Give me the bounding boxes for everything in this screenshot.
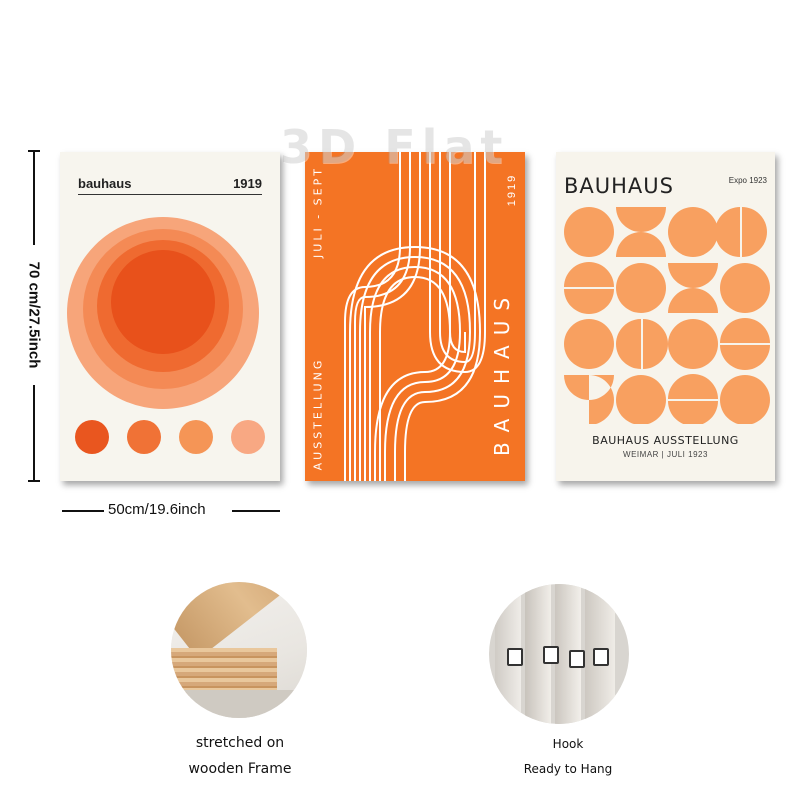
poster2-year: 1919 xyxy=(506,173,518,207)
shape-r1c1 xyxy=(564,207,614,257)
poster3-title: BAUHAUS xyxy=(564,174,675,198)
poster-bauhaus-lines: JULI - SEPT 1919 AUSSTELLUNG BAUHAUS xyxy=(305,152,525,481)
shape-r1c2 xyxy=(616,207,666,257)
height-dimension: 70 cm/27.5inch xyxy=(14,150,54,482)
dot-2 xyxy=(127,420,161,454)
poster2-big-text: BAUHAUS xyxy=(490,287,514,457)
hook-icon-1 xyxy=(507,648,523,666)
shape-r2c4 xyxy=(720,263,770,313)
wood-shadow xyxy=(171,690,307,718)
detail1-caption: stretched on wooden Frame xyxy=(160,730,320,782)
height-line-bottom xyxy=(33,385,35,482)
width-dimension: 50cm/19.6inch xyxy=(62,500,280,522)
concentric-circles xyxy=(67,217,259,409)
height-line-top xyxy=(33,150,35,245)
geometric-shapes xyxy=(564,207,770,424)
shape-r4c3 xyxy=(668,374,718,424)
detail2-caption: Hook Ready to Hang xyxy=(488,732,648,782)
detail2-line1: Hook xyxy=(552,737,584,751)
dot-1 xyxy=(75,420,109,454)
poster3-expo: Expo 1923 xyxy=(728,176,767,185)
shape-r2c3 xyxy=(668,263,718,313)
shape-r4c1 xyxy=(564,375,614,424)
wood-corner xyxy=(171,648,277,696)
shape-r3c3 xyxy=(668,319,718,369)
height-tick-top xyxy=(28,150,40,152)
poster-bauhaus-circles: bauhaus 1919 xyxy=(60,152,280,481)
shape-r1c4 xyxy=(715,207,767,257)
height-tick-bottom xyxy=(28,480,40,482)
shape-r3c4 xyxy=(720,318,770,370)
poster1-brand: bauhaus xyxy=(78,176,132,191)
width-line-right xyxy=(232,510,280,512)
poster1-year: 1919 xyxy=(233,176,262,191)
detail2-line2: Ready to Hang xyxy=(523,762,613,776)
poster2-top-text: JULI - SEPT xyxy=(311,166,325,258)
hook-icon-2 xyxy=(543,646,559,664)
circle-ring-4 xyxy=(111,250,215,354)
poster1-rule xyxy=(78,194,262,195)
shape-r4c4 xyxy=(720,375,770,424)
detail1-line1: stretched on xyxy=(195,735,285,751)
color-dots xyxy=(75,420,265,454)
shape-r3c2 xyxy=(616,319,668,369)
hook-icon-3 xyxy=(569,650,585,668)
poster2-left-text: AUSSTELLUNG xyxy=(311,357,325,471)
detail-wooden-frame xyxy=(171,582,307,718)
dot-3 xyxy=(179,420,213,454)
shape-r2c1 xyxy=(564,262,614,314)
shape-r4c2 xyxy=(616,375,666,424)
width-label: 50cm/19.6inch xyxy=(108,501,206,518)
shape-r3c1 xyxy=(564,319,614,369)
height-label: 70 cm/27.5inch xyxy=(25,261,43,369)
poster3-details: WEIMAR | JULI 1923 xyxy=(623,450,708,459)
poster-bauhaus-shapes: BAUHAUS Expo 1923 BAUHAUS AUSSTELLUNG WE… xyxy=(556,152,775,481)
detail1-line2: wooden Frame xyxy=(188,761,292,777)
hook-icon-4 xyxy=(593,648,609,666)
detail-hooks xyxy=(489,584,629,724)
poster3-subtitle: BAUHAUS AUSSTELLUNG xyxy=(592,434,739,447)
shape-r2c2 xyxy=(616,263,666,313)
shape-r1c3 xyxy=(668,207,718,257)
width-line-left xyxy=(62,510,104,512)
dot-4 xyxy=(231,420,265,454)
